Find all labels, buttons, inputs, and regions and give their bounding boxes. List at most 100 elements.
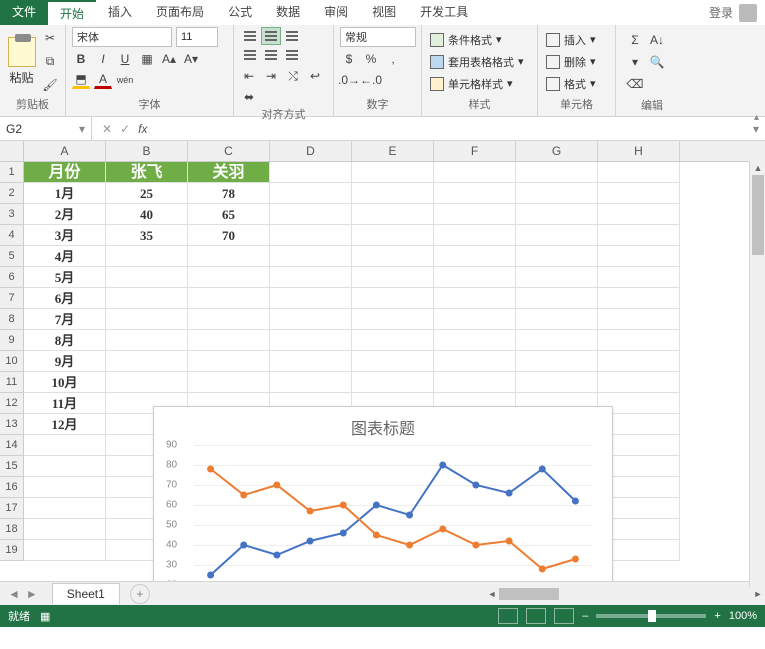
cell[interactable]	[598, 330, 680, 351]
cell[interactable]: 张飞	[106, 162, 188, 183]
row-header[interactable]: 19	[0, 540, 24, 561]
zoom-out-button[interactable]: –	[582, 610, 588, 622]
cell[interactable]	[516, 246, 598, 267]
cell[interactable]: 6月	[24, 288, 106, 309]
tab-review[interactable]: 审阅	[312, 0, 360, 25]
tab-page-layout[interactable]: 页面布局	[144, 0, 216, 25]
tab-developer[interactable]: 开发工具	[408, 0, 480, 25]
comma-format-button[interactable]: ,	[384, 50, 402, 68]
cell[interactable]	[270, 309, 352, 330]
increase-font-button[interactable]: A▴	[160, 50, 178, 68]
zoom-level[interactable]: 100%	[729, 610, 757, 622]
cell[interactable]	[434, 183, 516, 204]
cell[interactable]	[434, 372, 516, 393]
format-cells-button[interactable]: 格式▾	[544, 74, 609, 94]
sort-filter-button[interactable]: A↓	[648, 31, 666, 49]
orientation-button[interactable]: ⤭	[284, 67, 302, 85]
percent-format-button[interactable]: %	[362, 50, 380, 68]
cell[interactable]	[188, 246, 270, 267]
align-top-center[interactable]	[261, 27, 281, 45]
cell[interactable]	[106, 372, 188, 393]
cell[interactable]: 月份	[24, 162, 106, 183]
increase-decimal-button[interactable]: .0→	[340, 71, 358, 89]
sheet-nav-prev[interactable]: ◄	[8, 587, 20, 601]
page-break-view-button[interactable]	[554, 608, 574, 624]
accounting-format-button[interactable]: $	[340, 50, 358, 68]
sheet-nav-next[interactable]: ►	[26, 587, 38, 601]
font-name-select[interactable]: 宋体	[72, 27, 172, 47]
row-header[interactable]: 2	[0, 183, 24, 204]
zoom-in-button[interactable]: +	[714, 610, 720, 622]
cell[interactable]	[270, 183, 352, 204]
row-header[interactable]: 16	[0, 477, 24, 498]
row-header[interactable]: 18	[0, 519, 24, 540]
cell[interactable]	[434, 204, 516, 225]
align-mid-center[interactable]	[261, 46, 281, 64]
cell[interactable]	[270, 267, 352, 288]
cell[interactable]	[270, 288, 352, 309]
cell[interactable]	[188, 330, 270, 351]
cell[interactable]	[598, 351, 680, 372]
zoom-slider[interactable]	[596, 614, 706, 618]
cell[interactable]	[24, 435, 106, 456]
cell[interactable]	[598, 309, 680, 330]
cell[interactable]	[270, 330, 352, 351]
cell[interactable]	[598, 267, 680, 288]
increase-indent-button[interactable]: ⇥	[262, 67, 280, 85]
cell[interactable]: 7月	[24, 309, 106, 330]
h-scroll-thumb[interactable]	[499, 588, 559, 600]
wrap-text-button[interactable]: ↩	[306, 67, 324, 85]
user-icon[interactable]	[739, 4, 757, 22]
cell[interactable]: 70	[188, 225, 270, 246]
cell[interactable]	[434, 288, 516, 309]
cell[interactable]	[434, 309, 516, 330]
cell[interactable]	[270, 162, 352, 183]
cell[interactable]	[598, 183, 680, 204]
macro-record-icon[interactable]: ▦	[40, 610, 50, 623]
cell[interactable]	[106, 351, 188, 372]
cell[interactable]	[516, 267, 598, 288]
cell[interactable]	[106, 267, 188, 288]
cell[interactable]	[106, 309, 188, 330]
cell[interactable]	[516, 330, 598, 351]
cell[interactable]: 11月	[24, 393, 106, 414]
add-sheet-button[interactable]: +	[130, 584, 150, 604]
cell[interactable]	[598, 225, 680, 246]
row-header[interactable]: 7	[0, 288, 24, 309]
number-format-select[interactable]: 常规	[340, 27, 416, 47]
cell[interactable]	[352, 225, 434, 246]
cell[interactable]	[188, 288, 270, 309]
align-mid-right[interactable]	[282, 46, 302, 64]
cell[interactable]: 关羽	[188, 162, 270, 183]
cell[interactable]	[598, 372, 680, 393]
confirm-formula-icon[interactable]: ✓	[120, 122, 130, 136]
row-header[interactable]: 8	[0, 309, 24, 330]
italic-button[interactable]: I	[94, 50, 112, 68]
col-header[interactable]: A	[24, 141, 106, 161]
conditional-format-button[interactable]: 条件格式▾	[428, 30, 531, 50]
tab-home[interactable]: 开始	[48, 0, 96, 25]
cell[interactable]	[24, 519, 106, 540]
cell[interactable]	[188, 351, 270, 372]
row-header[interactable]: 10	[0, 351, 24, 372]
row-header[interactable]: 13	[0, 414, 24, 435]
cell[interactable]: 8月	[24, 330, 106, 351]
cell[interactable]	[516, 351, 598, 372]
login-link[interactable]: 登录	[709, 4, 733, 21]
cell[interactable]: 4月	[24, 246, 106, 267]
cell[interactable]: 25	[106, 183, 188, 204]
fill-button[interactable]: ▾	[626, 53, 644, 71]
cell[interactable]	[352, 267, 434, 288]
row-header[interactable]: 15	[0, 456, 24, 477]
cell[interactable]: 78	[188, 183, 270, 204]
row-header[interactable]: 17	[0, 498, 24, 519]
decrease-indent-button[interactable]: ⇤	[240, 67, 258, 85]
col-header[interactable]: F	[434, 141, 516, 161]
cell[interactable]	[106, 330, 188, 351]
scroll-thumb[interactable]	[752, 175, 764, 255]
cell[interactable]	[270, 204, 352, 225]
cell[interactable]	[352, 351, 434, 372]
font-color-button[interactable]: A	[94, 71, 112, 89]
col-header[interactable]: G	[516, 141, 598, 161]
name-box[interactable]: G2▾	[0, 117, 92, 140]
